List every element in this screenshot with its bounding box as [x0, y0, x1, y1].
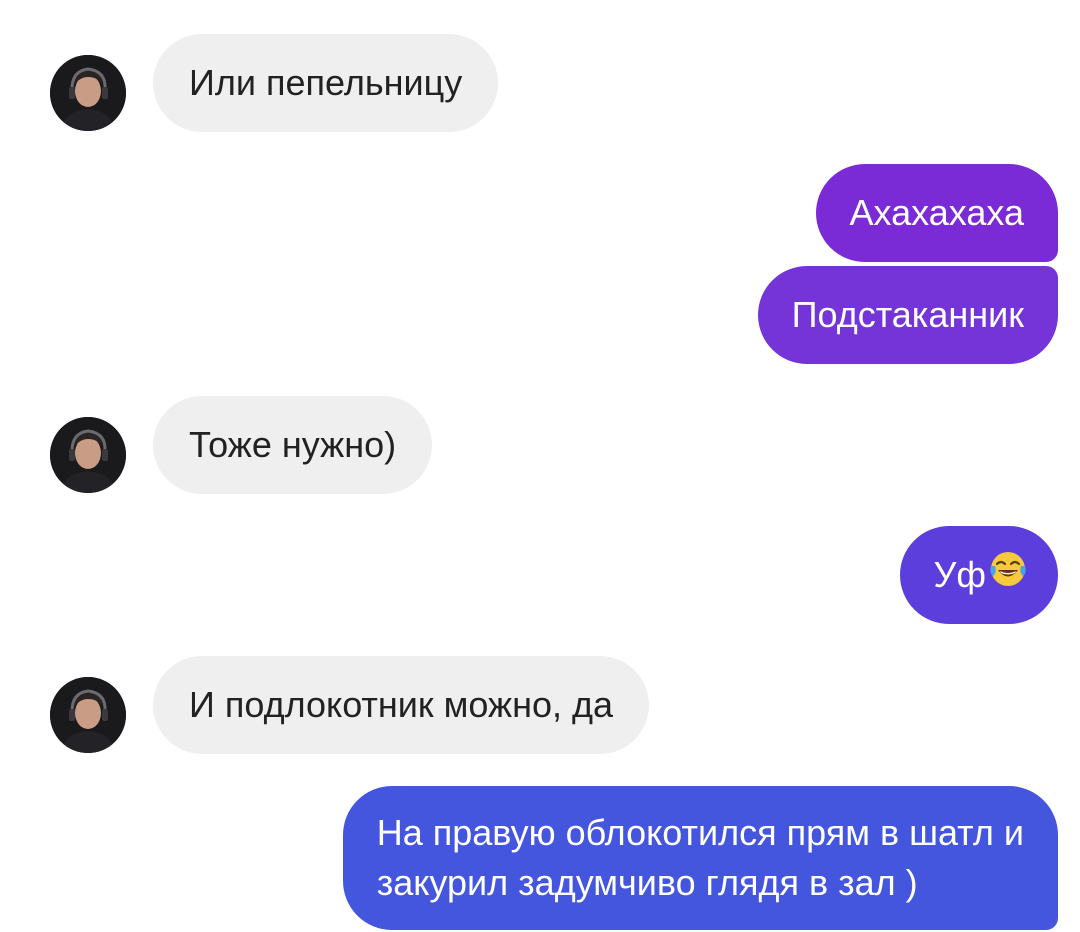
message-text: И подлокотник можно, да — [189, 684, 614, 725]
message-text: На правую облокотился прям в шатл и заку… — [377, 808, 1024, 908]
message-bubble-outgoing[interactable]: Подстаканник — [757, 266, 1058, 364]
message-text: Подстаканник — [791, 294, 1024, 335]
avatar[interactable] — [50, 55, 126, 131]
message-bubble-incoming[interactable]: Тоже нужно) — [153, 396, 433, 494]
message-bubble-incoming[interactable]: И подлокотник можно, да — [153, 656, 650, 754]
message-text: Или пепельницу — [189, 62, 463, 103]
message-bubble-outgoing[interactable]: Ахахахаха — [815, 164, 1058, 262]
message-line: закурил задумчиво глядя в зал ) — [376, 862, 918, 903]
face-with-tears-of-joy-icon — [988, 549, 1028, 602]
message-bubble-outgoing[interactable]: На правую облокотился прям в шатл и заку… — [342, 786, 1058, 930]
chat-thread: Или пепельницу Ахахахаха Подстаканник То… — [0, 0, 1080, 932]
message-text: Ахахахаха — [849, 192, 1024, 233]
avatar[interactable] — [50, 677, 126, 753]
avatar[interactable] — [50, 417, 126, 493]
message-line: На правую облокотился прям в шатл и — [376, 812, 1024, 853]
message-bubble-incoming[interactable]: Или пепельницу — [153, 34, 499, 132]
message-text: Тоже нужно) — [189, 424, 397, 465]
message-text: Уф — [933, 554, 987, 595]
message-bubble-outgoing[interactable]: Уф — [899, 526, 1058, 624]
